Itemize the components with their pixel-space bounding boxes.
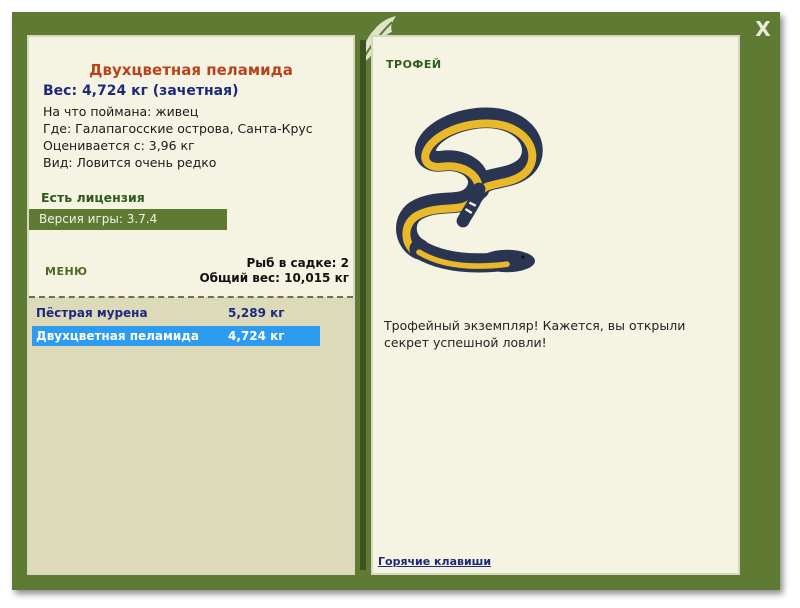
fish-title: Двухцветная пеламида bbox=[89, 61, 293, 79]
menu-button[interactable]: МЕНЮ bbox=[45, 265, 88, 278]
keepnet-row-weight: 4,724 кг bbox=[228, 329, 285, 343]
panel-divider bbox=[360, 40, 366, 570]
keepnet-row-name: Пёстрая мурена bbox=[36, 306, 148, 320]
left-panel: Двухцветная пеламида Вес: 4,724 кг (заче… bbox=[27, 35, 355, 575]
bait-info: На что поймана: живец bbox=[43, 104, 199, 119]
location-info: Где: Галапагосские острова, Санта-Крус bbox=[43, 121, 313, 136]
game-version: Версия игры: 3.7.4 bbox=[29, 209, 227, 230]
close-icon[interactable]: X bbox=[752, 18, 774, 40]
fish-info-area: Двухцветная пеламида Вес: 4,724 кг (заче… bbox=[29, 37, 353, 297]
rarity-info: Вид: Ловится очень редко bbox=[43, 155, 217, 170]
dashed-divider bbox=[29, 296, 353, 298]
keepnet-stats: Рыб в садке: 2 Общий вес: 10,015 кг bbox=[199, 256, 349, 286]
keepnet-row[interactable]: Пёстрая мурена 5,289 кг bbox=[32, 303, 320, 323]
sea-snake-image bbox=[396, 107, 543, 273]
keepnet-row-name: Двухцветная пеламида bbox=[36, 329, 200, 343]
total-weight: Общий вес: 10,015 кг bbox=[199, 271, 349, 285]
license-status: Есть лицензия bbox=[41, 190, 145, 205]
fish-count: Рыб в садке: 2 bbox=[246, 256, 350, 270]
right-panel: ТРОФЕЙ Трофейный экземпляр! Кажется, вы … bbox=[371, 35, 740, 575]
trophy-description: Трофейный экземпляр! Кажется, вы открыли… bbox=[384, 318, 686, 350]
value-info: Оценивается с: 3,96 кг bbox=[43, 138, 195, 153]
hotkeys-link[interactable]: Горячие клавиши bbox=[378, 555, 491, 568]
fish-weight: Вес: 4,724 кг (зачетная) bbox=[43, 83, 239, 99]
keepnet-row-selected[interactable]: Двухцветная пеламида 4,724 кг bbox=[32, 326, 320, 346]
keepnet-row-weight: 5,289 кг bbox=[228, 306, 285, 320]
